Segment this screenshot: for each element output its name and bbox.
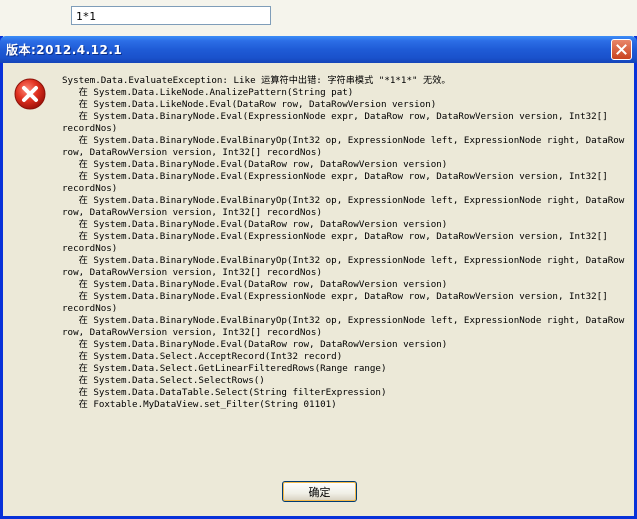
error-message-line: 在 System.Data.BinaryNode.Eval(DataRow ro…: [62, 219, 448, 230]
error-message-line: 在 System.Data.LikeNode.AnalizePattern(St…: [62, 87, 354, 98]
error-message-line: 在 System.Data.Select.GetLinearFilteredRo…: [62, 363, 387, 374]
error-message-line: 在 System.Data.Select.SelectRows(): [62, 375, 265, 386]
close-button[interactable]: [611, 39, 632, 60]
error-message-line: System.Data.EvaluateException: Like 运算符中…: [62, 75, 451, 86]
error-message-line: 在 System.Data.BinaryNode.Eval(Expression…: [62, 291, 614, 314]
error-message-line: 在 System.Data.BinaryNode.EvalBinaryOp(In…: [62, 135, 630, 158]
error-message-line: 在 System.Data.BinaryNode.EvalBinaryOp(In…: [62, 315, 630, 338]
error-message-line: 在 System.Data.BinaryNode.EvalBinaryOp(In…: [62, 195, 630, 218]
dialog-titlebar[interactable]: 版本:2012.4.12.1: [0, 36, 637, 63]
error-message: System.Data.EvaluateException: Like 运算符中…: [62, 75, 630, 411]
error-message-line: 在 System.Data.BinaryNode.Eval(Expression…: [62, 171, 614, 194]
error-message-line: 在 System.Data.LikeNode.Eval(DataRow row,…: [62, 99, 437, 110]
error-message-line: 在 System.Data.BinaryNode.EvalBinaryOp(In…: [62, 255, 630, 278]
error-icon: [14, 78, 46, 110]
error-message-line: 在 Foxtable.MyDataView.set_Filter(String …: [62, 399, 337, 410]
error-message-line: 在 System.Data.Select.AcceptRecord(Int32 …: [62, 351, 343, 362]
close-icon: [616, 44, 627, 55]
error-message-line: 在 System.Data.BinaryNode.Eval(DataRow ro…: [62, 159, 448, 170]
error-dialog: 版本:2012.4.12.1 System.Data.EvaluateExcep…: [0, 36, 637, 519]
ok-button[interactable]: 确定: [282, 481, 357, 502]
error-message-line: 在 System.Data.BinaryNode.Eval(DataRow ro…: [62, 279, 448, 290]
error-message-line: 在 System.Data.BinaryNode.Eval(DataRow ro…: [62, 339, 448, 350]
error-message-line: 在 System.Data.DataTable.Select(String fi…: [62, 387, 387, 398]
error-message-line: 在 System.Data.BinaryNode.Eval(Expression…: [62, 111, 614, 134]
dialog-title: 版本:2012.4.12.1: [6, 43, 123, 57]
filter-input[interactable]: 1*1: [71, 6, 271, 25]
background-window: 1*1: [0, 0, 637, 36]
error-message-line: 在 System.Data.BinaryNode.Eval(Expression…: [62, 231, 614, 254]
